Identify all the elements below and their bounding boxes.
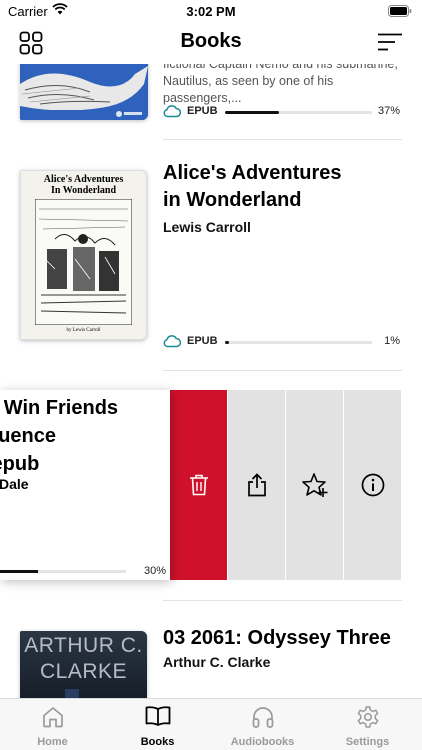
progress-fill bbox=[0, 570, 38, 573]
tab-label: Books bbox=[140, 736, 175, 748]
progress-track bbox=[225, 341, 372, 344]
tab-books[interactable]: Books bbox=[105, 699, 210, 750]
gear-icon bbox=[357, 706, 378, 728]
book-author: Arthur C. Clarke bbox=[163, 654, 271, 670]
progress-percent: 30% bbox=[143, 565, 166, 577]
cover-author-line2: CLARKE bbox=[39, 660, 128, 683]
book-title-line1: Alice's Adventures bbox=[163, 162, 342, 184]
progress-track bbox=[0, 570, 126, 573]
reading-progress: EPUB 37% bbox=[163, 104, 400, 120]
home-icon bbox=[42, 707, 63, 728]
book-title-line3: .epub bbox=[0, 453, 40, 475]
book-description: fictional Captain Nemo and his submarine… bbox=[163, 64, 398, 105]
trash-icon bbox=[189, 474, 208, 496]
navigation-bar: Books bbox=[0, 22, 422, 64]
book-cover: ARTHUR C. CLARKE bbox=[20, 631, 147, 698]
cover-title-line1: Alice's Adventures bbox=[43, 174, 124, 185]
sort-menu-icon[interactable] bbox=[378, 33, 402, 51]
favorite-button[interactable] bbox=[286, 390, 343, 580]
progress-track bbox=[225, 111, 372, 114]
share-icon bbox=[247, 473, 266, 497]
cover-author: by Lewis Carroll bbox=[66, 328, 101, 333]
tab-bar: Home Books Audiobooks Settings bbox=[0, 698, 422, 750]
status-bar: Carrier 3:02 PM bbox=[0, 0, 422, 22]
alice-illustration bbox=[35, 199, 132, 325]
row-divider bbox=[163, 370, 402, 371]
format-label: EPUB bbox=[187, 335, 218, 347]
progress-percent: 37% bbox=[377, 105, 400, 117]
tab-settings[interactable]: Settings bbox=[315, 699, 420, 750]
star-plus-icon bbox=[301, 473, 327, 497]
book-cover bbox=[20, 64, 148, 120]
cover-title-line2: In Wonderland bbox=[50, 185, 117, 196]
book-title: 03 2061: Odyssey Three bbox=[163, 627, 391, 649]
share-button[interactable] bbox=[228, 390, 285, 580]
book-row-alice[interactable]: Alice's Adventures In Wonderland by Lewi… bbox=[0, 140, 422, 370]
status-time: 3:02 PM bbox=[186, 4, 236, 19]
book-title-line2: fluence bbox=[0, 425, 57, 447]
battery-icon bbox=[388, 5, 412, 17]
cloud-icon[interactable] bbox=[163, 104, 181, 118]
book-title-line2: in Wonderland bbox=[163, 189, 302, 211]
headphones-icon bbox=[252, 707, 273, 728]
book-row-how-to-win-friends[interactable]: o Win Friends fluence .epub Dale 30% bbox=[0, 390, 170, 580]
book-row-odyssey-three[interactable]: ARTHUR C. CLARKE 03 2061: Odyssey Three … bbox=[0, 601, 422, 698]
tab-label: Home bbox=[37, 736, 68, 748]
tab-audiobooks[interactable]: Audiobooks bbox=[210, 699, 315, 750]
page-title: Books bbox=[180, 30, 242, 52]
book-icon bbox=[145, 706, 170, 726]
format-label: EPUB bbox=[187, 105, 218, 117]
whale-illustration bbox=[20, 64, 148, 120]
book-author: Lewis Carroll bbox=[163, 219, 251, 235]
delete-button[interactable] bbox=[170, 390, 227, 580]
book-title-line1: o Win Friends bbox=[0, 397, 119, 419]
cover-author-line1: ARTHUR C. bbox=[24, 634, 143, 657]
reading-progress: EPUB 1% bbox=[163, 334, 400, 350]
progress-fill bbox=[225, 341, 229, 344]
info-icon bbox=[361, 473, 384, 497]
book-title: Alice's Adventures in Wonderland bbox=[163, 160, 342, 214]
book-list: fictional Captain Nemo and his submarine… bbox=[0, 64, 422, 698]
book-cover: Alice's Adventures In Wonderland by Lewi… bbox=[20, 170, 147, 340]
tab-label: Audiobooks bbox=[230, 736, 295, 748]
tab-label: Settings bbox=[345, 736, 390, 748]
tab-home[interactable]: Home bbox=[0, 699, 105, 750]
progress-percent: 1% bbox=[384, 335, 400, 347]
info-button[interactable] bbox=[344, 390, 401, 580]
cloud-icon[interactable] bbox=[163, 334, 181, 348]
book-row-twenty-thousand-leagues[interactable]: fictional Captain Nemo and his submarine… bbox=[0, 64, 422, 139]
book-author: Dale bbox=[0, 476, 29, 492]
progress-fill bbox=[225, 111, 280, 114]
book-title: o Win Friends fluence .epub bbox=[0, 394, 170, 478]
